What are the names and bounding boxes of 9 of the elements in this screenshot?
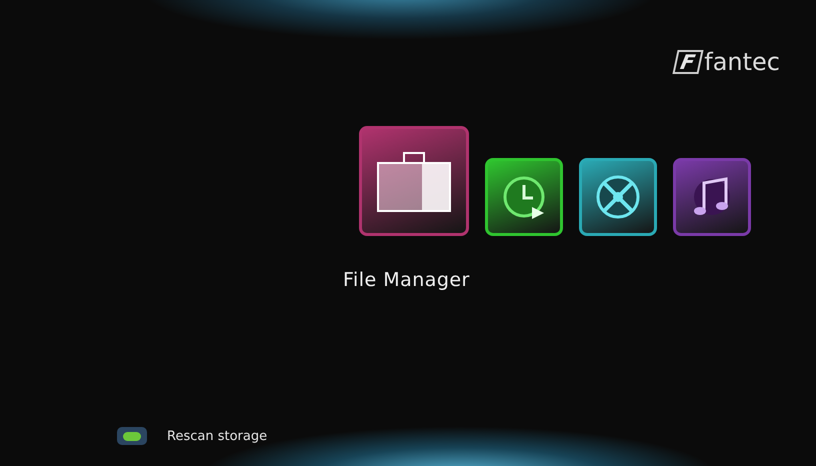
briefcase-icon (374, 149, 454, 213)
logo-mark: F (672, 50, 703, 74)
logo-text: fantec (704, 50, 780, 74)
footer-hint: Rescan storage (167, 428, 268, 446)
menu-tile[interactable] (485, 158, 563, 236)
selected-item-label: File Manager (343, 268, 470, 293)
menu-tile[interactable] (673, 158, 751, 236)
menu-tile[interactable] (579, 158, 657, 236)
menu-tile[interactable] (359, 126, 469, 236)
